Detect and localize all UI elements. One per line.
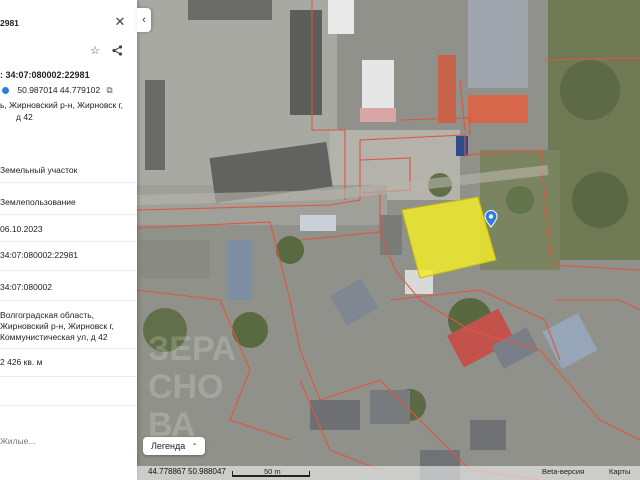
land-use: Землепользование (0, 197, 76, 207)
cadastral-heading: : 34:07:080002:22981 (0, 70, 90, 80)
collapse-panel-button[interactable]: ‹ (137, 8, 151, 32)
coordinates-row[interactable]: 50.987014 44.779102 ⧉ (2, 85, 113, 96)
copy-icon[interactable]: ⧉ (106, 85, 112, 95)
address-line-1: Волгоградская область, (0, 310, 95, 320)
address-line-3: Коммунистическая ул, д 42 (0, 332, 108, 342)
beta-link[interactable]: Beta-версия (542, 467, 584, 476)
legend-label: Легенда (151, 441, 186, 451)
chevron-left-icon: ‹ (142, 14, 146, 26)
location-pin-icon[interactable] (484, 210, 498, 228)
address-short-2: д 42 (16, 112, 33, 122)
address-short: ь, Жирновский р-н, Жирновск г, (0, 100, 124, 110)
star-icon[interactable]: ☆ (88, 43, 102, 57)
watermark: ЗЕРА СНОВА (148, 330, 237, 444)
pin-icon (2, 87, 9, 95)
legend-button[interactable]: Легенда ⌃ (143, 437, 205, 455)
close-icon[interactable]: ✕ (113, 14, 127, 29)
partial-bottom-value: Жилые... (0, 436, 36, 446)
scale-bar: 50 m (232, 467, 312, 478)
scale-label: 50 m (264, 467, 281, 476)
parcel-info-panel: 2981 ✕ ☆ : 34:07:080002:22981 50.987014 … (0, 0, 137, 480)
area-value: 2 426 кв. м (0, 357, 43, 367)
cursor-coordinates: 44.778867 50.988047 (148, 467, 226, 476)
share-icon[interactable] (110, 43, 124, 57)
cadastral-quarter: 34:07:080002 (0, 282, 52, 292)
property-type: Земельный участок (0, 165, 78, 175)
address-line-2: Жирновский р-н, Жирновск г, (0, 321, 114, 331)
cadastral-number: 34:07:080002:22981 (0, 250, 78, 260)
registration-date: 06.10.2023 (0, 224, 43, 234)
chevron-up-icon: ⌃ (191, 441, 198, 451)
panel-id-fragment: 2981 (0, 18, 19, 28)
maps-link[interactable]: Карты (609, 467, 630, 476)
